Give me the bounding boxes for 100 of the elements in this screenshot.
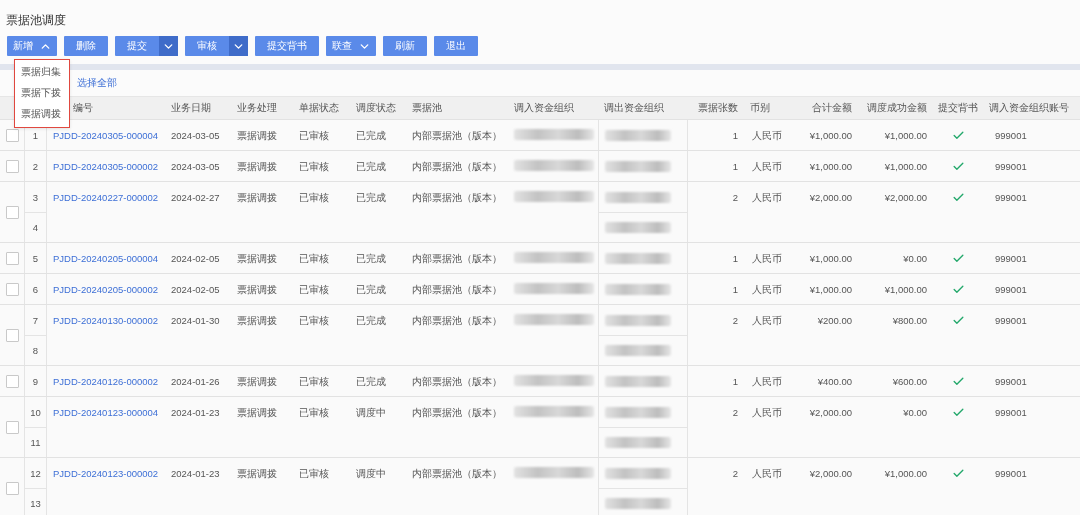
- bill-code-link[interactable]: PJDD-20240305-000004: [53, 130, 159, 141]
- table-cell: 票据调拨: [237, 161, 277, 174]
- table-cell: ¥1,000.00: [884, 161, 927, 172]
- table-cell: 人民币: [752, 161, 782, 174]
- table-cell: 调度中: [356, 468, 386, 481]
- blurred-text: [605, 222, 671, 233]
- row-checkbox[interactable]: [6, 251, 19, 265]
- table-cell: 内部票据池（版本）: [412, 253, 502, 266]
- row-number: 13: [30, 498, 41, 509]
- table-cell: ¥0.00: [903, 407, 927, 418]
- blurred-text: [605, 160, 671, 172]
- row-checkbox[interactable]: [6, 328, 19, 342]
- row-checkbox[interactable]: [6, 282, 19, 296]
- table-cell: 2024-03-05: [171, 130, 220, 141]
- table-cell: 1: [732, 130, 738, 141]
- row-number: 8: [32, 345, 39, 356]
- bill-code-link[interactable]: PJDD-20240126-000002: [53, 376, 159, 387]
- blurred-text: [605, 191, 671, 203]
- table-cell: ¥1,000.00: [884, 130, 927, 141]
- table-cell: 999001: [995, 192, 1027, 203]
- blurred-text: [605, 437, 671, 448]
- table-cell: 2024-02-05: [171, 253, 220, 264]
- table-cell: 2: [732, 468, 738, 479]
- table-cell: 2024-01-26: [171, 376, 220, 387]
- toolbar-button[interactable]: 联查: [326, 36, 376, 56]
- table-cell: 已完成: [356, 161, 386, 174]
- table-cell: 999001: [995, 407, 1027, 418]
- table-cell: 2024-02-05: [171, 284, 220, 295]
- table-cell: 票据调拨: [237, 315, 277, 328]
- table-cell: ¥1,000.00: [809, 161, 852, 172]
- table-cell: 人民币: [752, 253, 782, 266]
- column-header: 提交背书: [938, 101, 978, 115]
- table-cell: ¥1,000.00: [884, 468, 927, 479]
- column-header: 编号: [73, 101, 93, 115]
- table-cell: 内部票据池（版本）: [412, 468, 502, 481]
- blurred-text: [605, 314, 671, 326]
- table-cell: 999001: [995, 253, 1027, 264]
- toolbar-button[interactable]: 提交: [115, 36, 178, 56]
- page-title: 票据池调度: [5, 12, 67, 29]
- bill-code-link[interactable]: PJDD-20240205-000002: [53, 284, 159, 295]
- table-cell: 已审核: [299, 192, 329, 205]
- table-cell: ¥1,000.00: [884, 284, 927, 295]
- column-header: 票据池: [412, 101, 442, 115]
- column-header: 调度状态: [356, 101, 396, 115]
- table-cell: 已审核: [299, 376, 329, 389]
- table-cell: 人民币: [752, 407, 782, 420]
- row-number: 4: [32, 222, 39, 233]
- table-cell: 999001: [995, 315, 1027, 326]
- table-cell: ¥2,000.00: [884, 192, 927, 203]
- table-cell: 已审核: [299, 284, 329, 297]
- bill-code-link[interactable]: PJDD-20240227-000002: [53, 192, 159, 203]
- table-cell: 999001: [995, 284, 1027, 295]
- table-cell: ¥1,000.00: [809, 253, 852, 264]
- column-header: 业务日期: [171, 101, 211, 115]
- toolbar-button[interactable]: 删除: [64, 36, 108, 56]
- row-checkbox[interactable]: [6, 159, 19, 173]
- table-cell: ¥800.00: [892, 315, 927, 326]
- menu-item[interactable]: 票据调拨: [15, 104, 69, 125]
- bill-code-link[interactable]: PJDD-20240205-000004: [53, 253, 159, 264]
- toolbar-button[interactable]: 退出: [434, 36, 478, 56]
- blurred-text: [605, 345, 671, 356]
- blurred-text: [605, 129, 671, 141]
- toolbar-button[interactable]: 新增: [7, 36, 57, 56]
- row-number: 10: [30, 406, 41, 418]
- table-cell: 已审核: [299, 161, 329, 174]
- toolbar-button[interactable]: 提交背书: [255, 36, 319, 56]
- bill-code-link[interactable]: PJDD-20240123-000002: [53, 468, 159, 479]
- table-cell: ¥1,000.00: [809, 130, 852, 141]
- table-cell: 1: [732, 376, 738, 387]
- table-cell: 票据调拨: [237, 130, 277, 143]
- table-cell: 2: [732, 315, 738, 326]
- row-checkbox[interactable]: [6, 205, 19, 219]
- table-cell: 已完成: [356, 130, 386, 143]
- bill-code-link[interactable]: PJDD-20240305-000002: [53, 161, 159, 172]
- row-number: 6: [32, 283, 39, 295]
- menu-item[interactable]: 票据归集: [15, 62, 69, 83]
- table-cell: 999001: [995, 161, 1027, 172]
- blurred-text: [605, 283, 671, 295]
- bill-code-link[interactable]: PJDD-20240130-000002: [53, 315, 159, 326]
- toolbar-button[interactable]: 审核: [185, 36, 248, 56]
- blurred-text: [605, 498, 671, 509]
- table-cell: 2024-01-23: [171, 468, 220, 479]
- bill-code-link[interactable]: PJDD-20240123-000004: [53, 407, 159, 418]
- row-number: 7: [32, 314, 39, 326]
- row-checkbox[interactable]: [6, 128, 19, 142]
- column-header: 币别: [750, 101, 770, 115]
- column-header: 调出资金组织: [604, 101, 664, 115]
- blurred-text: [605, 467, 671, 479]
- row-checkbox[interactable]: [6, 374, 19, 388]
- row-checkbox[interactable]: [6, 420, 19, 434]
- table-cell: 2024-01-30: [171, 315, 220, 326]
- select-all-link[interactable]: 选择全部: [77, 76, 117, 90]
- table-cell: ¥2,000.00: [809, 468, 852, 479]
- table-cell: 人民币: [752, 130, 782, 143]
- table-cell: 已完成: [356, 253, 386, 266]
- menu-item[interactable]: 票据下拨: [15, 83, 69, 104]
- toolbar-button[interactable]: 刷新: [383, 36, 427, 56]
- table-cell: 人民币: [752, 315, 782, 328]
- column-header: 合计金额: [812, 101, 852, 115]
- row-checkbox[interactable]: [6, 481, 19, 495]
